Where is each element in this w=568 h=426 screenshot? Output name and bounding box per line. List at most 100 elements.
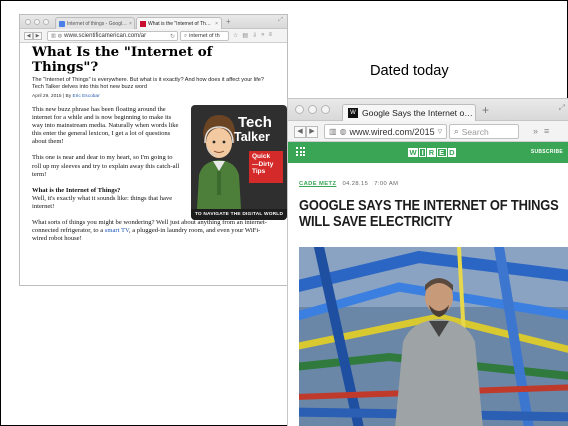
paragraph-1: This new buzz phrase has been floating a… [32,106,179,146]
logo-letter: W [408,148,419,157]
dated-today-caption: Dated today [370,63,449,79]
wired-favicon-icon: W [348,108,358,118]
article-content: What Is the "Internet of Things"? The "I… [20,43,287,243]
url-bar[interactable]: ▥ ◍ www.wired.com/2015 ▿ ↻ [324,124,447,139]
promo-title-line1: Tech [238,114,272,131]
nav-buttons: ◀ ▶ [24,32,42,40]
promo-footer: TO NAVIGATE THE DIGITAL WORLD [191,209,287,220]
new-tab-button[interactable]: + [226,17,231,26]
menu-icon[interactable]: ≡ [544,126,549,136]
article-dek: The "Internet of Things" is everywhere. … [32,77,264,90]
article-date: 04.28.15 [342,181,369,187]
wired-logo[interactable]: W I R E D [408,148,457,157]
forward-button[interactable]: ▶ [33,32,42,40]
author-link[interactable]: CADE METZ [299,181,336,187]
headline-line-1: GOOGLE SAYS THE INTERNET OF THINGS [299,197,559,214]
search-bar[interactable]: ⌕ Search [449,124,519,139]
google-favicon-icon [59,20,65,27]
window-controls [25,19,49,25]
logo-letter: D [447,148,457,157]
search-icon: ⌕ [184,32,188,39]
tab-label: Google Says the Internet o… [362,108,473,118]
tech-talker-promo[interactable]: Tech Talker Quick —Dirty Tips TO NAVIGAT… [191,105,287,220]
promo-title-line2: Talker [234,130,270,144]
close-tab-icon[interactable]: × [129,21,132,27]
quick-dirty-tips-badge: Quick —Dirty Tips [249,151,283,183]
article-title: What Is the "Internet of Things"? [32,44,213,75]
zoom-window-button[interactable] [43,19,49,25]
new-tab-button[interactable]: + [482,103,489,117]
close-window-button[interactable] [295,105,304,114]
paragraph-3-text: Well, it's exactly what it sounds like: … [32,194,173,210]
download-icon[interactable]: ⇩ [252,32,257,39]
close-window-button[interactable] [25,19,31,25]
reload-icon[interactable]: ↻ [170,33,175,40]
article-date: April 29, 2015 [32,94,62,99]
tab-google-search[interactable]: Internet of things - Googl… × [55,17,135,29]
fullscreen-icon[interactable]: ⤢ [559,103,565,113]
sidebar-icon[interactable]: ▥ [51,33,56,39]
paragraph-4: What sorts of things you might be wonder… [32,219,267,243]
tab-label: Internet of things - Googl… [67,20,128,27]
back-button[interactable]: ◀ [294,126,306,138]
search-text: Search [461,126,489,137]
sidebar-icon[interactable]: ▥ [329,127,337,136]
article-hero-photo [299,247,568,426]
smart-tv-link[interactable]: smart TV [105,227,129,234]
menu-icon[interactable]: ≡ [268,32,272,39]
url-text: www.wired.com/2015 [349,126,435,137]
logo-letter: E [436,148,447,157]
logo-letter: I [419,148,427,157]
tab-bar: W Google Says the Internet o… × + ⤢ [288,99,568,121]
url-bar[interactable]: ▥ ◍ www.scientificamerican.com/ar ↻ [47,31,178,41]
tab-bar: Internet of things - Googl… × What is th… [20,15,287,29]
headline-line-2: WILL SAVE ELECTRICITY [299,212,453,230]
toolbar-icons: ☆ ▤ ⇩ » ≡ [233,32,272,39]
section-heading: What is the Internet of Things? [32,186,121,194]
data-center-photo-icon [299,247,568,426]
search-text: internet of th [189,33,220,39]
article-meta: CADE METZ 04.28.15 7:00 AM [299,181,398,187]
article-headline: GOOGLE SAYS THE INTERNET OF THINGS WILL … [299,197,559,230]
bookmark-star-icon[interactable]: ☆ [233,32,238,39]
dropdown-icon[interactable]: ▿ [438,126,443,137]
search-icon: ⌕ [454,126,459,136]
close-tab-icon[interactable]: × [215,21,218,27]
author-link[interactable]: Eric Escobar [73,94,100,99]
article-byline: April 29, 2015 | By Eric Escobar [32,94,100,99]
globe-icon: ◍ [57,33,63,39]
browser-window-scientific-american: Internet of things - Googl… × What is th… [19,14,288,286]
overflow-icon[interactable]: » [261,32,264,39]
browser-toolbar: ◀ ▶ ▥ ◍ www.scientificamerican.com/ar ↻ … [20,29,287,43]
paragraph-3: What is the Internet of Things? Well, it… [32,187,182,211]
article-time: 7:00 AM [374,181,399,187]
toolbar-icons: » ≡ [533,126,549,136]
article-body: This new buzz phrase has been floating a… [32,105,287,243]
search-bar[interactable]: ⌕ internet of th [180,31,229,41]
browser-toolbar: ◀ ▶ ▥ ◍ www.wired.com/2015 ▿ ↻ ⌕ Search … [288,121,568,142]
scientific-american-favicon-icon [140,20,146,27]
reading-list-icon[interactable]: ▤ [242,32,248,39]
forward-button[interactable]: ▶ [306,126,318,138]
nav-buttons: ◀ ▶ [294,126,318,138]
tab-label: What is the "Internet of Th… [148,20,211,27]
back-button[interactable]: ◀ [24,32,33,40]
browser-window-wired: W Google Says the Internet o… × + ⤢ ◀ ▶ … [287,98,568,426]
subscribe-link[interactable]: SUBSCRIBE [531,149,563,155]
byline-prefix: By [65,94,72,99]
minimize-window-button[interactable] [34,19,40,25]
fullscreen-icon[interactable]: ⤢ [278,17,283,24]
grid-menu-icon[interactable] [296,147,305,156]
reload-icon[interactable]: ↻ [445,126,446,137]
minimize-window-button[interactable] [308,105,317,114]
overflow-icon[interactable]: » [533,126,538,136]
tab-what-is-iot[interactable]: What is the "Internet of Th… × [136,17,222,29]
slide: Internet of things - Googl… × What is th… [0,0,568,426]
logo-letter: R [427,148,436,157]
zoom-window-button[interactable] [321,105,330,114]
tab-google-says-iot[interactable]: W Google Says the Internet o… × [342,104,476,121]
window-controls [295,105,330,114]
wired-nav-bar: W I R E D SUBSCRIBE [288,142,568,163]
globe-icon: ◍ [339,127,347,136]
url-text: www.scientificamerican.com/ar [64,33,147,39]
